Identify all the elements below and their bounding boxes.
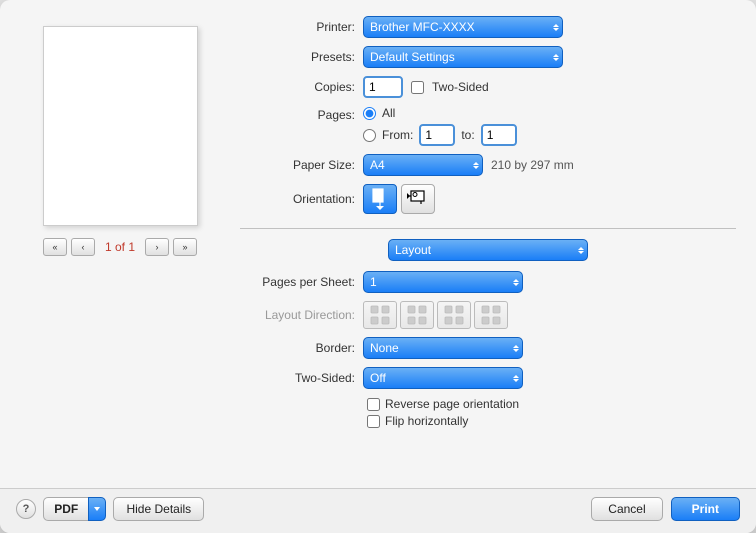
two-sided-row: Two-Sided: Off [240,367,736,389]
layout-dir-btn-1 [363,301,397,329]
two-sided-label: Two-Sided [432,80,489,94]
two-sided-select[interactable]: Off [363,367,523,389]
section-select[interactable]: Layout [388,239,588,261]
orientation-row: Orientation: [240,184,736,214]
dialog-body: « ‹ 1 of 1 › » Printer: Brother MFC-XXXX [0,0,756,488]
pages-from-row: From: to: [363,124,517,146]
pages-to-label: to: [461,128,474,142]
dialog-footer: ? PDF Hide Details Cancel Print [0,488,756,533]
copies-controls: Two-Sided [363,76,489,98]
two-sided-select-label: Two-Sided: [240,371,355,385]
presets-row: Presets: Default Settings [240,46,736,68]
flip-horizontal-row: Flip horizontally [367,414,736,428]
help-button[interactable]: ? [16,499,36,519]
pages-all-radio[interactable] [363,107,376,120]
page-preview [43,26,198,226]
border-select-wrapper: None [363,337,523,359]
portrait-button[interactable] [363,184,397,214]
preview-nav: « ‹ 1 of 1 › » [43,238,197,256]
layout-direction-row: Layout Direction: [240,301,736,329]
flip-horizontal-checkbox[interactable] [367,415,380,428]
pages-options: All From: to: [363,106,517,146]
landscape-button[interactable] [401,184,435,214]
reverse-page-checkbox[interactable] [367,398,380,411]
pages-from-radio[interactable] [363,129,376,142]
layout-dir-z-icon [370,305,390,325]
orientation-buttons [363,184,435,214]
border-label: Border: [240,341,355,355]
reverse-page-label: Reverse page orientation [385,397,519,411]
paper-dimensions: 210 by 297 mm [491,158,574,172]
presets-select[interactable]: Default Settings [363,46,563,68]
pages-per-sheet-label: Pages per Sheet: [240,275,355,289]
landscape-icon [407,189,429,209]
border-select[interactable]: None [363,337,523,359]
portrait-icon [371,188,389,210]
pages-all-row: All [363,106,517,120]
pages-to-input[interactable] [481,124,517,146]
border-row: Border: None [240,337,736,359]
layout-dir-btn-2 [400,301,434,329]
footer-left: ? PDF Hide Details [16,497,204,521]
presets-select-wrapper: Default Settings [363,46,563,68]
last-page-button[interactable]: » [173,238,197,256]
layout-dir-n-icon [444,305,464,325]
pages-row: Pages: All From: to: [240,106,736,146]
section-select-row: Layout [240,239,736,261]
paper-size-select[interactable]: A4 [363,154,483,176]
orientation-label: Orientation: [240,192,355,206]
paper-size-select-wrapper: A4 [363,154,483,176]
paper-size-label: Paper Size: [240,158,355,172]
next-page-button[interactable]: › [145,238,169,256]
printer-label: Printer: [240,20,355,34]
pages-from-label: From: [382,128,413,142]
layout-dir-n2-icon [481,305,501,325]
layout-dir-btn-4 [474,301,508,329]
cancel-button[interactable]: Cancel [591,497,662,521]
pdf-button[interactable]: PDF [43,497,88,521]
section-select-wrapper: Layout [388,239,588,261]
settings-panel: Printer: Brother MFC-XXXX Presets: Def [240,16,736,478]
copies-label: Copies: [240,80,355,94]
hide-details-button[interactable]: Hide Details [113,497,204,521]
pages-label: Pages: [240,108,355,122]
pages-per-sheet-select[interactable]: 1 [363,271,523,293]
copies-row: Copies: Two-Sided [240,76,736,98]
first-page-button[interactable]: « [43,238,67,256]
layout-dir-z2-icon [407,305,427,325]
paper-size-row: Paper Size: A4 210 by 297 mm [240,154,736,176]
paper-size-controls: A4 210 by 297 mm [363,154,574,176]
print-button[interactable]: Print [671,497,740,521]
print-dialog: « ‹ 1 of 1 › » Printer: Brother MFC-XXXX [0,0,756,533]
printer-row: Printer: Brother MFC-XXXX [240,16,736,38]
two-sided-select-wrapper: Off [363,367,523,389]
printer-select-wrapper: Brother MFC-XXXX [363,16,563,38]
preview-panel: « ‹ 1 of 1 › » [20,16,220,478]
layout-dir-btn-3 [437,301,471,329]
footer-right: Cancel Print [591,497,740,521]
reverse-page-row: Reverse page orientation [367,397,736,411]
pages-per-sheet-row: Pages per Sheet: 1 [240,271,736,293]
pdf-arrow-button[interactable] [88,497,106,521]
flip-horizontal-label: Flip horizontally [385,414,468,428]
layout-direction-label: Layout Direction: [240,308,355,322]
printer-select[interactable]: Brother MFC-XXXX [363,16,563,38]
pages-all-label: All [382,106,395,120]
prev-page-button[interactable]: ‹ [71,238,95,256]
divider [240,228,736,229]
two-sided-checkbox[interactable] [411,81,424,94]
pages-from-input[interactable] [419,124,455,146]
pdf-dropdown-icon [93,505,101,513]
presets-label: Presets: [240,50,355,64]
pages-per-sheet-select-wrapper: 1 [363,271,523,293]
page-indicator: 1 of 1 [105,240,135,254]
copies-input[interactable] [363,76,403,98]
layout-direction-buttons [363,301,508,329]
